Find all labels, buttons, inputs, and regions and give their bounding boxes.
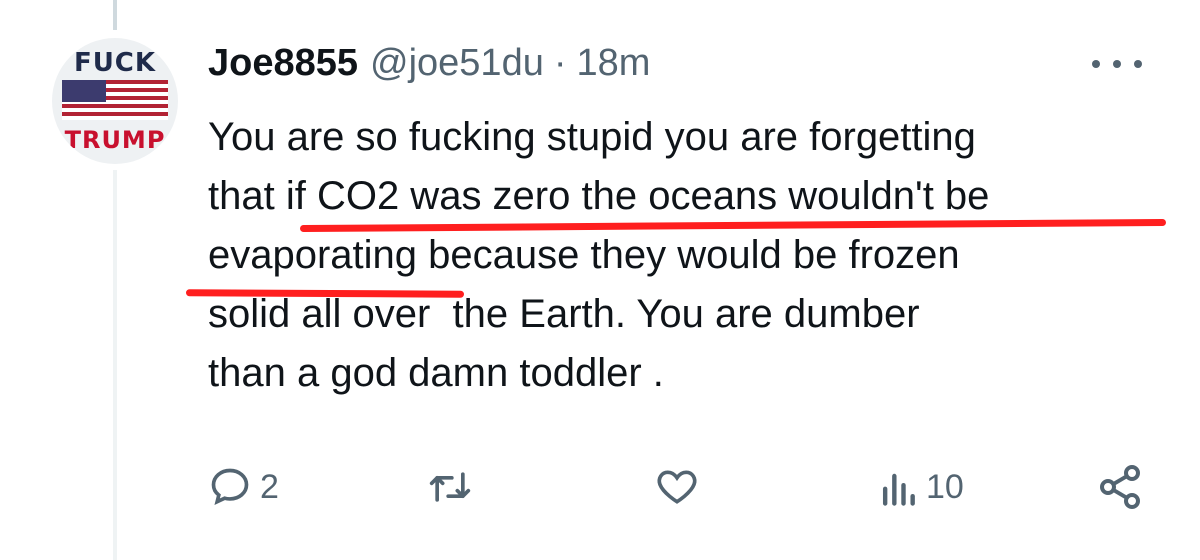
tweet-text-line-2: that if CO2 was zero the oceans wouldn't… [208, 174, 990, 218]
like-button[interactable] [654, 462, 708, 512]
views-button[interactable]: 10 [878, 462, 964, 512]
avatar[interactable]: FUCK TRUMP [52, 38, 178, 164]
reply-icon [211, 468, 249, 505]
thread-connector-line-bottom [113, 170, 117, 560]
red-underline-2 [185, 289, 465, 298]
reply-count: 2 [260, 467, 279, 506]
more-options-icon[interactable] [1092, 54, 1142, 74]
views-bar-chart-icon [882, 473, 915, 506]
thread-connector-line [113, 0, 117, 30]
views-count: 10 [926, 467, 964, 506]
share-icon [1100, 465, 1140, 509]
tweet-text-line-5: than a god damn toddler . [208, 351, 664, 395]
tweet-text-line-3: evaporating because they would be frozen [208, 233, 960, 277]
retweet-button[interactable] [426, 462, 482, 512]
tweet-text: You are so fucking stupid you are forget… [208, 108, 1168, 403]
display-name[interactable]: Joe8855 [208, 42, 358, 85]
share-button[interactable] [1096, 462, 1144, 512]
reply-button[interactable]: 2 [208, 462, 279, 512]
heart-icon [657, 470, 697, 504]
action-bar: 2 10 [208, 462, 1148, 512]
timestamp[interactable]: 18m [577, 42, 651, 85]
retweet-icon [429, 472, 471, 502]
separator-dot: · [553, 42, 567, 84]
tweet-text-line-1: You are so fucking stupid you are forget… [208, 115, 976, 159]
avatar-text-bottom: TRUMP [64, 126, 166, 154]
tweet-header: Joe8855 @joe51du · 18m [208, 42, 650, 92]
user-handle[interactable]: @joe51du [370, 42, 544, 85]
us-flag-icon [62, 80, 168, 120]
avatar-text-top: FUCK [73, 48, 157, 78]
